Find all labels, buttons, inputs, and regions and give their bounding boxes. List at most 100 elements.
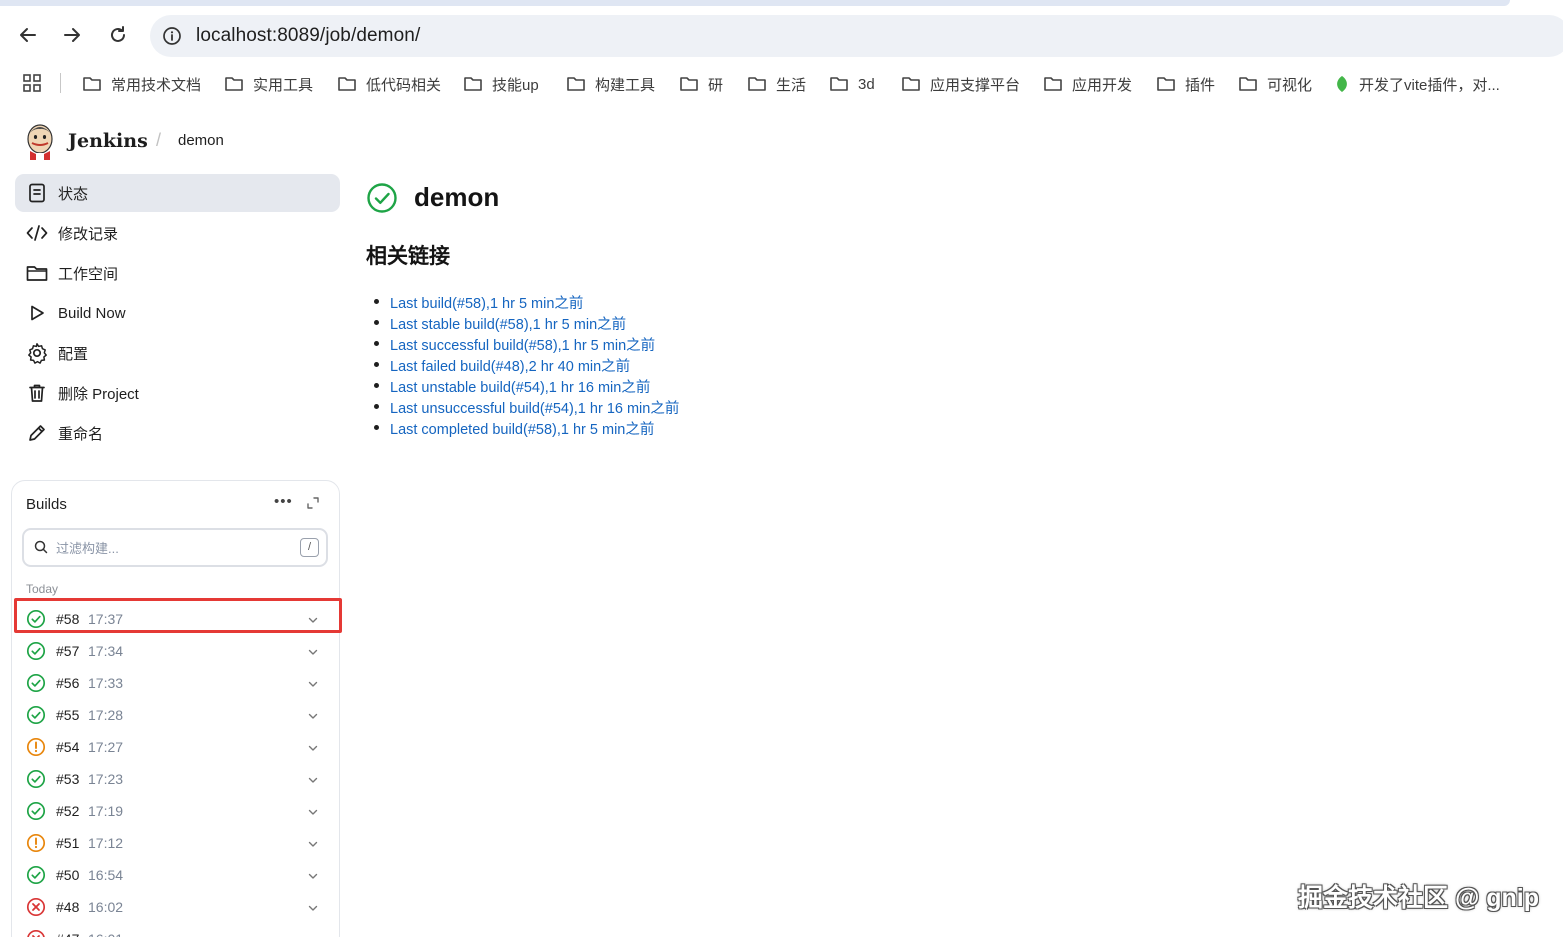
folder-icon bbox=[225, 77, 243, 91]
chevron-down-icon[interactable] bbox=[307, 837, 319, 855]
unstable-status-icon bbox=[26, 737, 46, 757]
build-number[interactable]: #52 bbox=[56, 803, 79, 819]
build-number[interactable]: #48 bbox=[56, 899, 79, 915]
build-number[interactable]: #51 bbox=[56, 835, 79, 851]
chevron-down-icon[interactable] bbox=[307, 741, 319, 759]
permalink-item: Last completed build(#58),1 hr 5 min之前 bbox=[373, 418, 679, 439]
folder-icon bbox=[680, 77, 698, 91]
bookmark-item[interactable]: 技能up bbox=[463, 73, 539, 95]
bookmark-item[interactable]: 应用开发 bbox=[1043, 73, 1132, 95]
builds-title: Builds bbox=[26, 496, 67, 513]
build-time: 17:12 bbox=[88, 835, 124, 851]
jenkins-header: Jenkins / demon bbox=[0, 118, 1563, 164]
build-number[interactable]: #58 bbox=[56, 611, 79, 627]
chevron-down-icon[interactable] bbox=[307, 869, 319, 887]
permalink-link[interactable]: Last unstable build(#54),1 hr 16 min之前 bbox=[390, 380, 650, 396]
bookmark-label: 生活 bbox=[776, 76, 807, 94]
bookmark-item[interactable]: 常用技术文档 bbox=[82, 73, 201, 95]
build-row[interactable]: #53 17:23 bbox=[12, 763, 339, 795]
build-row[interactable]: #50 16:54 bbox=[12, 859, 339, 891]
expand-icon[interactable] bbox=[306, 496, 320, 515]
breadcrumb-job[interactable]: demon bbox=[178, 132, 224, 149]
build-number[interactable]: #57 bbox=[56, 643, 79, 659]
permalink-link[interactable]: Last stable build(#58),1 hr 5 min之前 bbox=[390, 317, 626, 333]
build-group-label: Today bbox=[26, 582, 59, 596]
reload-button[interactable] bbox=[105, 22, 131, 48]
permalink-link[interactable]: Last unsuccessful build(#54),1 hr 16 min… bbox=[390, 401, 679, 417]
chevron-down-icon[interactable] bbox=[307, 805, 319, 823]
forward-button[interactable] bbox=[59, 22, 85, 48]
bookmark-item[interactable]: 3d bbox=[829, 73, 875, 95]
permalink-link[interactable]: Last build(#58),1 hr 5 min之前 bbox=[390, 296, 583, 312]
permalink-item: Last successful build(#58),1 hr 5 min之前 bbox=[373, 334, 679, 355]
permalink-link[interactable]: Last successful build(#58),1 hr 5 min之前 bbox=[390, 338, 655, 354]
chevron-down-icon[interactable] bbox=[307, 901, 319, 919]
build-number[interactable]: #56 bbox=[56, 675, 79, 691]
build-number[interactable]: #55 bbox=[56, 707, 79, 723]
site-info-icon[interactable] bbox=[162, 26, 182, 51]
arrow-left-icon bbox=[20, 28, 36, 42]
side-nav-item[interactable]: 修改记录 bbox=[15, 214, 340, 252]
permalink-link[interactable]: Last completed build(#58),1 hr 5 min之前 bbox=[390, 422, 654, 438]
chevron-down-icon[interactable] bbox=[307, 933, 319, 937]
build-filter-input[interactable] bbox=[56, 538, 286, 558]
chevron-down-icon[interactable] bbox=[307, 773, 319, 791]
folder-icon bbox=[902, 77, 920, 91]
build-time: 17:23 bbox=[88, 771, 124, 787]
success-status-icon bbox=[26, 865, 46, 885]
build-row[interactable]: #57 17:34 bbox=[12, 635, 339, 667]
build-row[interactable]: #55 17:28 bbox=[12, 699, 339, 731]
side-nav-item[interactable]: Build Now bbox=[15, 294, 340, 332]
bookmark-item[interactable]: 研 bbox=[679, 73, 723, 95]
build-number[interactable]: #54 bbox=[56, 739, 79, 755]
build-row[interactable]: #47 16:01 bbox=[12, 923, 339, 937]
side-nav-item[interactable]: 工作空间 bbox=[15, 254, 340, 292]
folder-icon bbox=[464, 77, 482, 91]
bookmark-item[interactable]: 插件 bbox=[1156, 73, 1215, 95]
url-text[interactable]: localhost:8089/job/demon/ bbox=[196, 25, 420, 47]
build-row[interactable]: #51 17:12 bbox=[12, 827, 339, 859]
chevron-down-icon[interactable] bbox=[307, 613, 319, 631]
bookmark-item[interactable]: 可视化 bbox=[1238, 73, 1312, 95]
build-row[interactable]: #52 17:19 bbox=[12, 795, 339, 827]
chevron-down-icon[interactable] bbox=[307, 709, 319, 727]
chevron-down-icon[interactable] bbox=[307, 677, 319, 695]
build-filter[interactable]: / bbox=[22, 528, 328, 567]
chevron-down-icon[interactable] bbox=[307, 645, 319, 663]
side-nav-label: 重命名 bbox=[58, 425, 104, 443]
jenkins-logo[interactable] bbox=[24, 122, 56, 165]
permalink-item: Last stable build(#58),1 hr 5 min之前 bbox=[373, 313, 679, 334]
bookmark-item[interactable]: 构建工具 bbox=[566, 73, 655, 95]
build-row[interactable]: #56 17:33 bbox=[12, 667, 339, 699]
apps-grid-icon[interactable] bbox=[22, 73, 42, 98]
bookmark-item[interactable]: 低代码相关 bbox=[337, 73, 441, 95]
build-row[interactable]: #48 16:02 bbox=[12, 891, 339, 923]
build-row[interactable]: #58 17:37 bbox=[12, 603, 339, 635]
side-nav-item[interactable]: 配置 bbox=[15, 334, 340, 372]
back-button[interactable] bbox=[15, 22, 41, 48]
side-nav-label: Build Now bbox=[58, 304, 126, 322]
builds-more-button[interactable]: ••• bbox=[274, 493, 293, 510]
folder-icon bbox=[1157, 77, 1175, 91]
trash-icon bbox=[26, 382, 48, 404]
build-number[interactable]: #53 bbox=[56, 771, 79, 787]
bookmark-item[interactable]: 应用支撑平台 bbox=[901, 73, 1020, 95]
success-status-icon bbox=[26, 801, 46, 821]
build-time: 17:28 bbox=[88, 707, 124, 723]
side-nav-item[interactable]: 删除 Project bbox=[15, 374, 340, 412]
bookmark-item[interactable]: 实用工具 bbox=[224, 73, 313, 95]
permalink-link[interactable]: Last failed build(#48),2 hr 40 min之前 bbox=[390, 359, 630, 375]
bookmark-item[interactable]: 生活 bbox=[747, 73, 806, 95]
bookmark-label: 可视化 bbox=[1267, 76, 1313, 94]
side-nav-item[interactable]: 重命名 bbox=[15, 414, 340, 452]
build-number[interactable]: #50 bbox=[56, 867, 79, 883]
pencil-icon bbox=[26, 422, 48, 444]
address-bar[interactable]: localhost:8089/job/demon/ bbox=[150, 15, 1563, 57]
build-number[interactable]: #47 bbox=[56, 931, 79, 937]
bookmark-label: 应用支撑平台 bbox=[930, 76, 1021, 94]
build-time: 17:33 bbox=[88, 675, 124, 691]
jenkins-brand[interactable]: Jenkins bbox=[68, 130, 148, 152]
side-nav-item[interactable]: 状态 bbox=[15, 174, 340, 212]
build-row[interactable]: #54 17:27 bbox=[12, 731, 339, 763]
bookmark-item[interactable]: 开发了vite插件，对... bbox=[1334, 73, 1500, 95]
